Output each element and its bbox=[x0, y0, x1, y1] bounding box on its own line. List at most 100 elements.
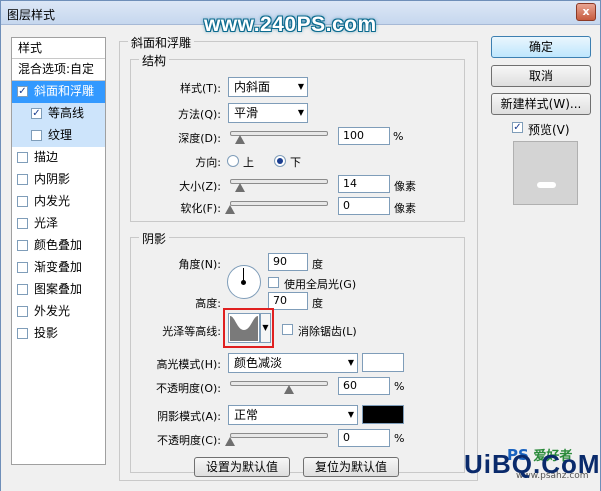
shadow-opacity-slider[interactable] bbox=[230, 433, 328, 438]
technique-select[interactable]: 平滑 ▼ bbox=[228, 103, 308, 123]
size-slider-thumb[interactable] bbox=[235, 183, 245, 192]
depth-slider-thumb[interactable] bbox=[235, 135, 245, 144]
global-light-checkbox[interactable] bbox=[268, 277, 279, 288]
list-item-gradient-overlay[interactable]: 渐变叠加 bbox=[12, 257, 105, 279]
shading-title: 阴影 bbox=[139, 230, 170, 247]
color-overlay-checkbox[interactable] bbox=[17, 240, 28, 251]
ok-button[interactable]: 确定 bbox=[491, 36, 591, 58]
highlight-opacity-thumb[interactable] bbox=[284, 385, 294, 394]
highlight-mode-select[interactable]: 颜色减淡 ▼ bbox=[228, 353, 358, 373]
close-button[interactable]: x bbox=[576, 3, 596, 21]
highlight-opacity-input[interactable]: 60 bbox=[338, 377, 390, 395]
soften-unit: 像素 bbox=[394, 202, 416, 215]
shadow-mode-select[interactable]: 正常 ▼ bbox=[228, 405, 358, 425]
contour-checkbox[interactable]: ✓ bbox=[31, 108, 42, 119]
gloss-contour-label: 光泽等高线: bbox=[162, 325, 221, 338]
watermark-top: www.240PS.com bbox=[204, 13, 377, 36]
list-item-label: 描边 bbox=[34, 150, 59, 164]
gradient-overlay-checkbox[interactable] bbox=[17, 262, 28, 273]
shadow-mode-label: 阴影模式(A): bbox=[157, 410, 221, 423]
list-item-stroke[interactable]: 描边 bbox=[12, 147, 105, 169]
depth-unit: % bbox=[393, 130, 404, 143]
shadow-mode-value: 正常 bbox=[234, 408, 259, 422]
texture-checkbox[interactable] bbox=[31, 130, 42, 141]
reset-default-button[interactable]: 复位为默认值 bbox=[303, 457, 399, 477]
highlight-mode-value: 颜色减淡 bbox=[234, 356, 283, 370]
list-item-label: 光泽 bbox=[34, 216, 59, 230]
cancel-button[interactable]: 取消 bbox=[491, 65, 591, 87]
outer-glow-checkbox[interactable] bbox=[17, 306, 28, 317]
watermark-bottom: UiBQ.CoM bbox=[464, 449, 601, 479]
list-item-bevel-emboss[interactable]: ✓ 斜面和浮雕 bbox=[12, 81, 105, 103]
technique-label: 方法(Q): bbox=[178, 108, 221, 121]
angle-dial[interactable] bbox=[227, 265, 261, 299]
preview-shape bbox=[537, 182, 556, 188]
soften-slider[interactable] bbox=[230, 201, 328, 206]
drop-shadow-checkbox[interactable] bbox=[17, 328, 28, 339]
list-item-label: 投影 bbox=[34, 326, 59, 340]
bevel-emboss-checkbox[interactable]: ✓ bbox=[17, 86, 28, 97]
chevron-down-icon: ▼ bbox=[297, 108, 304, 117]
layer-style-dialog: 图层样式 x 样式 混合选项:自定 ✓ 斜面和浮雕 ✓ 等高线 纹理 描边 内阴… bbox=[0, 0, 601, 491]
structure-title: 结构 bbox=[139, 52, 170, 69]
list-item-drop-shadow[interactable]: 投影 bbox=[12, 323, 105, 345]
size-unit: 像素 bbox=[394, 180, 416, 193]
list-item-satin[interactable]: 光泽 bbox=[12, 213, 105, 235]
list-item-color-overlay[interactable]: 颜色叠加 bbox=[12, 235, 105, 257]
preview-checkbox[interactable]: ✓ bbox=[512, 122, 523, 133]
highlight-color-swatch[interactable] bbox=[362, 353, 404, 372]
shadow-opacity-label: 不透明度(C): bbox=[157, 434, 221, 447]
highlight-opacity-slider[interactable] bbox=[230, 381, 328, 386]
angle-unit: 度 bbox=[312, 258, 323, 271]
size-input[interactable]: 14 bbox=[338, 175, 390, 193]
satin-checkbox[interactable] bbox=[17, 218, 28, 229]
list-item-texture[interactable]: 纹理 bbox=[12, 125, 105, 147]
styles-list-header: 样式 bbox=[12, 38, 105, 59]
technique-select-value: 平滑 bbox=[234, 106, 259, 120]
shadow-color-swatch[interactable] bbox=[362, 405, 404, 424]
global-light-label: 使用全局光(G) bbox=[284, 278, 357, 291]
list-item-label: 等高线 bbox=[48, 106, 85, 120]
direction-up-label: 上 bbox=[243, 156, 254, 169]
list-item-outer-glow[interactable]: 外发光 bbox=[12, 301, 105, 323]
inner-shadow-checkbox[interactable] bbox=[17, 174, 28, 185]
stroke-checkbox[interactable] bbox=[17, 152, 28, 163]
new-style-button[interactable]: 新建样式(W)... bbox=[491, 93, 591, 115]
preview-label: 预览(V) bbox=[528, 123, 570, 137]
style-label: 样式(T): bbox=[179, 82, 221, 95]
blending-options-item[interactable]: 混合选项:自定 bbox=[12, 59, 105, 81]
list-item-label: 纹理 bbox=[48, 128, 73, 142]
window-title: 图层样式 bbox=[7, 8, 56, 22]
list-item-label: 颜色叠加 bbox=[34, 238, 83, 252]
highlight-opacity-unit: % bbox=[394, 380, 405, 393]
list-item-inner-shadow[interactable]: 内阴影 bbox=[12, 169, 105, 191]
altitude-input[interactable]: 70 bbox=[268, 292, 308, 310]
list-item-label: 外发光 bbox=[34, 304, 71, 318]
chevron-down-icon: ▼ bbox=[347, 358, 354, 367]
inner-glow-checkbox[interactable] bbox=[17, 196, 28, 207]
angle-input[interactable]: 90 bbox=[268, 253, 308, 271]
direction-down-radio[interactable] bbox=[274, 155, 286, 167]
soften-input[interactable]: 0 bbox=[338, 197, 390, 215]
anti-aliased-label: 消除锯齿(L) bbox=[298, 325, 357, 338]
shadow-opacity-input[interactable]: 0 bbox=[338, 429, 390, 447]
angle-label: 角度(N): bbox=[178, 258, 221, 271]
shadow-opacity-unit: % bbox=[394, 432, 405, 445]
dialog-body: 样式 混合选项:自定 ✓ 斜面和浮雕 ✓ 等高线 纹理 描边 内阴影 内发光 光… bbox=[1, 25, 600, 491]
gloss-contour-dropdown[interactable]: ▼ bbox=[260, 313, 271, 343]
anti-aliased-checkbox[interactable] bbox=[282, 324, 293, 335]
list-item-label: 渐变叠加 bbox=[34, 260, 83, 274]
direction-up-radio[interactable] bbox=[227, 155, 239, 167]
shadow-opacity-thumb[interactable] bbox=[225, 437, 235, 446]
highlight-opacity-label: 不透明度(O): bbox=[156, 382, 221, 395]
list-item-pattern-overlay[interactable]: 图案叠加 bbox=[12, 279, 105, 301]
depth-input[interactable]: 100 bbox=[338, 127, 390, 145]
gloss-contour-picker[interactable] bbox=[228, 313, 260, 343]
style-select[interactable]: 内斜面 ▼ bbox=[228, 77, 308, 97]
pattern-overlay-checkbox[interactable] bbox=[17, 284, 28, 295]
list-item-inner-glow[interactable]: 内发光 bbox=[12, 191, 105, 213]
soften-slider-thumb[interactable] bbox=[225, 205, 235, 214]
list-item-contour[interactable]: ✓ 等高线 bbox=[12, 103, 105, 125]
make-default-button[interactable]: 设置为默认值 bbox=[194, 457, 290, 477]
style-preview-thumbnail bbox=[513, 141, 578, 205]
